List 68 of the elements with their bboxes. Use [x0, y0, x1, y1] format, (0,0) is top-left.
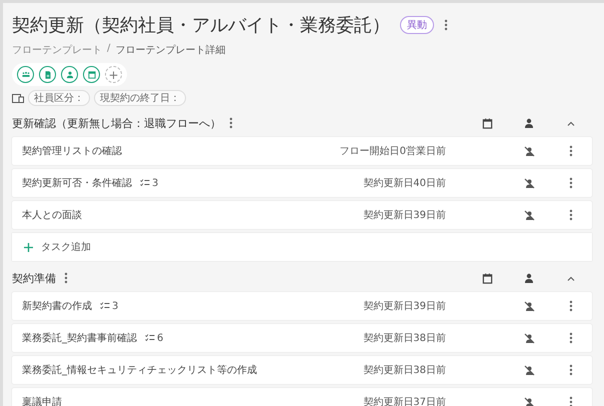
checklist-count: 3	[152, 178, 158, 188]
more-icon[interactable]	[569, 332, 573, 344]
group-button[interactable]	[17, 66, 34, 83]
checklist-count: 6	[157, 332, 164, 344]
person-button[interactable]	[61, 66, 78, 83]
checklist-icon	[100, 302, 110, 310]
person-crossed-icon[interactable]	[524, 332, 534, 344]
person-crossed-icon[interactable]	[524, 146, 534, 156]
more-icon[interactable]	[569, 177, 573, 189]
task-row[interactable]: 新契約書の作成 3 契約更新日39日前	[12, 292, 592, 320]
document-button[interactable]	[39, 66, 56, 83]
status-badge: 異動	[400, 16, 434, 34]
group-icon	[20, 70, 30, 80]
add-task-label: タスク追加	[41, 240, 91, 254]
breadcrumb-separator: /	[107, 43, 110, 56]
task-row[interactable]: 契約更新可否・条件確認 3 契約更新日40日前	[12, 169, 592, 197]
person-crossed-icon[interactable]	[524, 396, 534, 406]
more-icon[interactable]	[64, 272, 68, 284]
task-name: 新契約書の作成	[22, 300, 92, 313]
more-icon[interactable]	[569, 145, 573, 157]
calendar-icon[interactable]	[482, 118, 492, 128]
attribute-chip[interactable]: 現契約の終了日：	[94, 90, 186, 106]
chevron-up-icon[interactable]	[567, 120, 575, 126]
document-icon	[42, 70, 52, 80]
task-name: 業務委託_契約書事前確認	[22, 332, 137, 345]
task-name: 契約更新可否・条件確認	[22, 176, 132, 190]
task-name: 業務委託_情報セキュリティチェックリスト等の作成	[22, 364, 257, 377]
calendar-icon[interactable]	[482, 272, 492, 284]
due-text: 契約更新日39日前	[363, 300, 446, 313]
more-icon[interactable]	[569, 364, 573, 376]
more-icon[interactable]	[569, 396, 573, 406]
due-text: 契約更新日40日前	[363, 176, 446, 190]
person-icon[interactable]	[524, 118, 534, 128]
plus-icon	[24, 242, 33, 252]
more-icon[interactable]	[229, 116, 233, 128]
checklist-count: 3	[112, 300, 118, 312]
checklist-icon	[140, 179, 150, 187]
section-title: 更新確認（更新無し場合：退職フローへ）	[12, 116, 221, 130]
calendar-icon	[86, 70, 96, 80]
person-crossed-icon[interactable]	[524, 210, 534, 220]
section-title: 契約準備	[12, 270, 56, 286]
breadcrumb-item: フローテンプレート詳細	[115, 44, 226, 57]
chevron-up-icon[interactable]	[567, 276, 575, 280]
checklist-icon	[145, 334, 155, 342]
attribute-chip[interactable]: 社員区分：	[28, 90, 90, 106]
more-icon[interactable]	[444, 19, 448, 31]
due-text: フロー開始日0営業日前	[340, 144, 446, 158]
person-crossed-icon[interactable]	[524, 364, 534, 376]
due-text: 契約更新日39日前	[363, 208, 446, 222]
task-row[interactable]: 契約管理リストの確認 フロー開始日0営業日前	[12, 137, 592, 165]
add-button[interactable]: +	[105, 66, 122, 83]
person-crossed-icon[interactable]	[524, 300, 534, 312]
folder-card-icon	[12, 94, 24, 102]
task-row[interactable]: 業務委託_情報セキュリティチェックリスト等の作成 契約更新日38日前	[12, 356, 592, 384]
due-text: 契約更新日38日前	[363, 364, 446, 377]
add-task-button[interactable]: タスク追加	[12, 233, 592, 261]
task-name: 本人との面談	[22, 208, 82, 222]
page-title: 契約更新（契約社員・アルバイト・業務委託）	[12, 14, 390, 37]
task-row[interactable]: 業務委託_契約書事前確認 6 契約更新日38日前	[12, 324, 592, 352]
task-row[interactable]: 本人との面談 契約更新日39日前	[12, 201, 592, 229]
person-icon	[64, 70, 74, 80]
more-icon[interactable]	[569, 209, 573, 221]
more-icon[interactable]	[569, 300, 573, 312]
person-icon[interactable]	[524, 273, 534, 283]
calendar-button[interactable]	[83, 66, 100, 83]
due-text: 契約更新日38日前	[363, 332, 446, 345]
task-name: 契約管理リストの確認	[22, 144, 122, 158]
person-crossed-icon[interactable]	[524, 178, 534, 188]
